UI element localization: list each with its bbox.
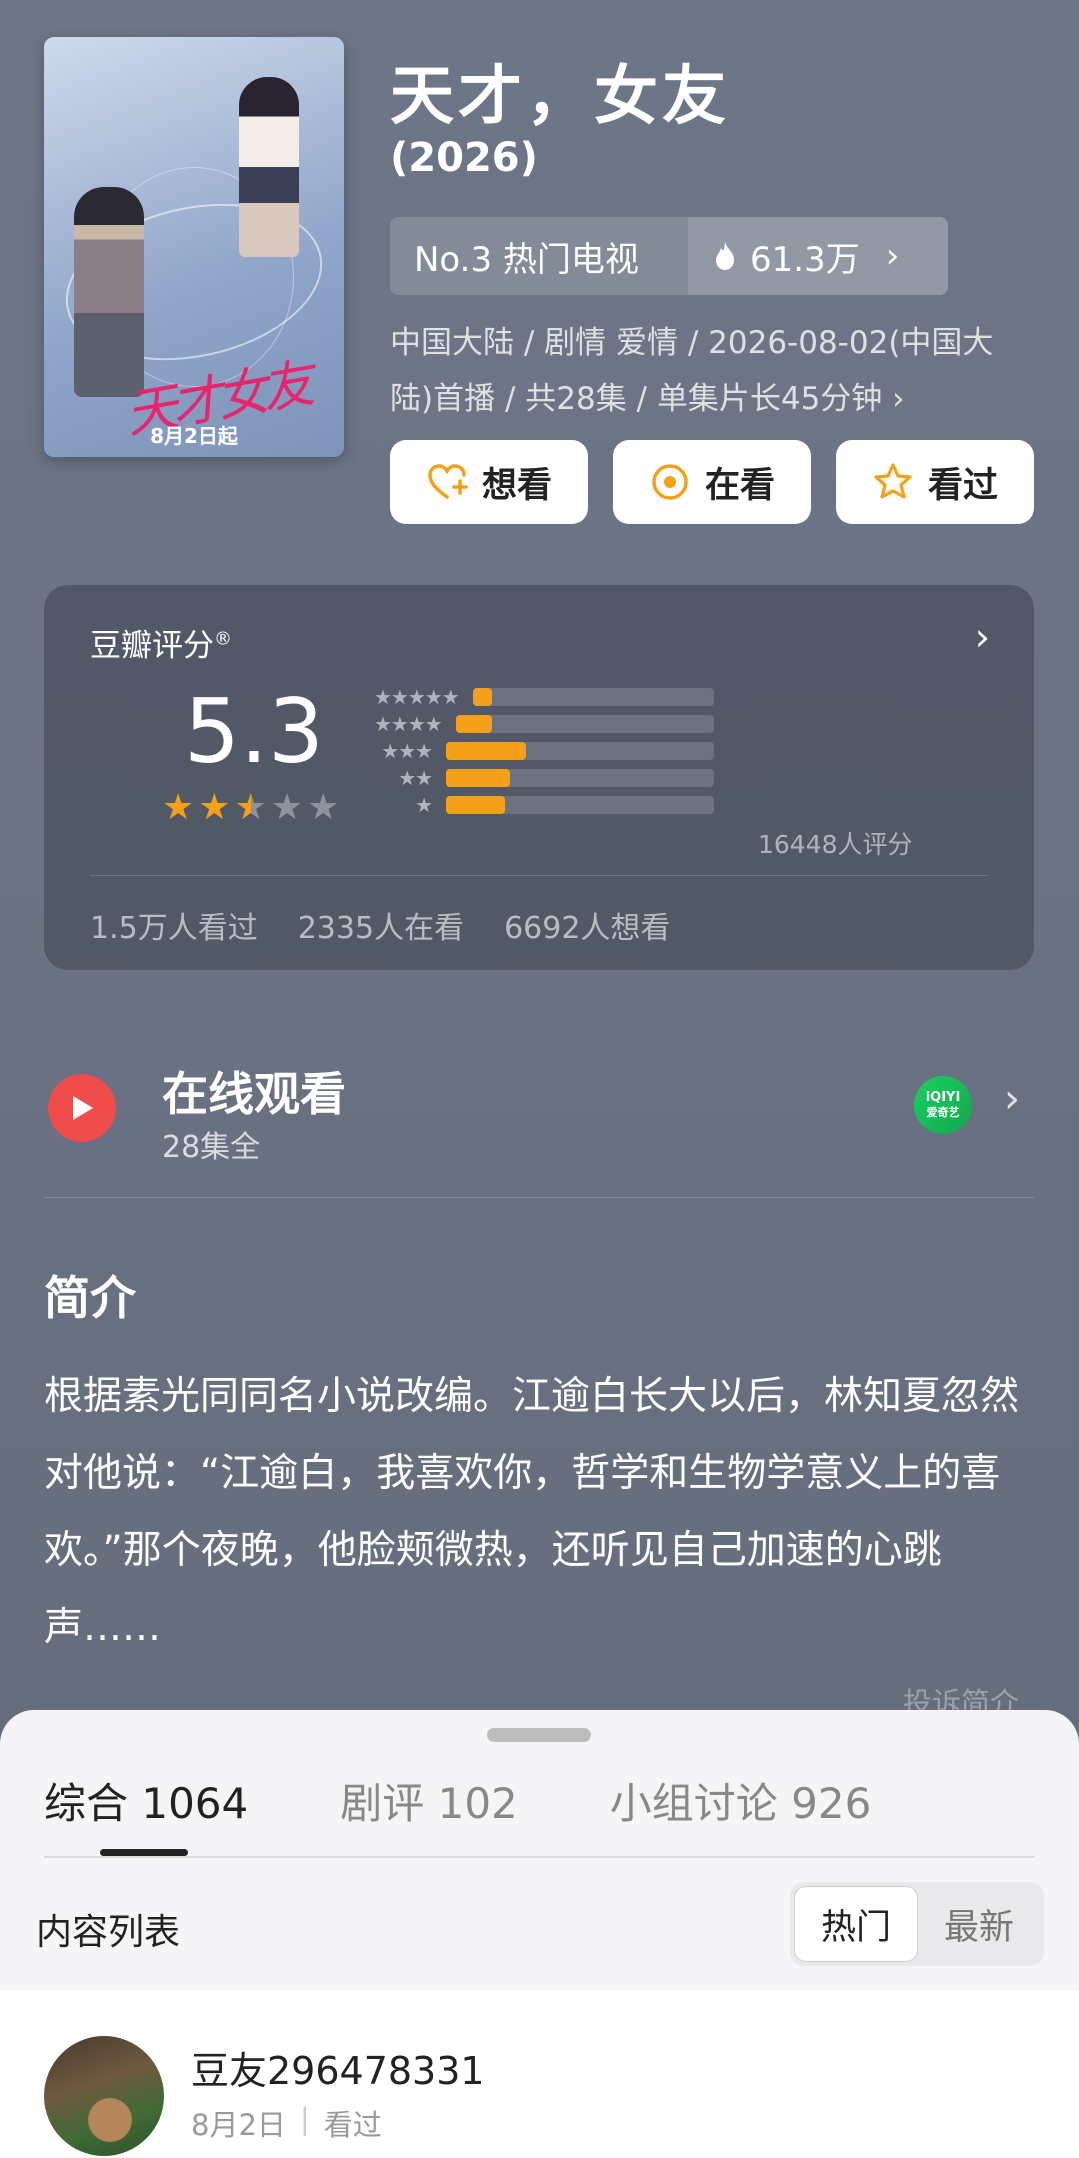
post-date: 8月2日 bbox=[191, 2108, 286, 2142]
sheet-handle[interactable] bbox=[487, 1728, 591, 1742]
username[interactable]: 豆友296478331 bbox=[191, 2040, 485, 2095]
heat-section[interactable]: 61.3万 › bbox=[688, 217, 948, 295]
post-meta: 8月2日 | 看过 bbox=[191, 2102, 382, 2144]
want-to-watch-label: 想看 bbox=[481, 465, 552, 506]
watching-button[interactable]: 在看 bbox=[613, 440, 811, 524]
distribution-stars: ★★★★★ bbox=[374, 684, 460, 709]
content-list-label: 内容列表 bbox=[36, 1912, 181, 1953]
tab-reviews[interactable]: 剧评 102 bbox=[340, 1770, 518, 1831]
rating-score: 5.3 bbox=[184, 680, 324, 783]
watching-label: 在看 bbox=[704, 465, 775, 506]
episode-count: 28集全 bbox=[162, 1130, 261, 1165]
page-title: 天才，女友 bbox=[390, 60, 730, 134]
content-tabs: 综合 1064 剧评 102 小组讨论 926 bbox=[44, 1770, 871, 1831]
distribution-row: ★★★★ bbox=[374, 710, 714, 737]
watched-count[interactable]: 1.5万人看过 bbox=[90, 903, 258, 947]
divider bbox=[44, 1197, 1034, 1198]
rating-distribution: ★★★★★ ★★★★ ★★★ ★★ ★ bbox=[374, 683, 714, 818]
post-status: 看过 bbox=[323, 2108, 382, 2142]
watch-online-row[interactable]: 在线观看 28集全 iQIYI 爱奇艺 › bbox=[44, 1050, 1034, 1200]
sort-latest-button[interactable]: 最新 bbox=[918, 1886, 1040, 1962]
distribution-row: ★★ bbox=[374, 764, 714, 791]
avatar[interactable] bbox=[44, 2036, 164, 2156]
iqiyi-logo: iQIYI 爱奇艺 bbox=[914, 1076, 972, 1134]
action-buttons: 想看 在看 看过 bbox=[390, 440, 1034, 524]
release-year: (2026) bbox=[390, 135, 538, 181]
distribution-stars: ★★★★ bbox=[374, 711, 443, 736]
poster-date: 8月2日起 bbox=[150, 424, 238, 448]
star-icon: ★ bbox=[234, 787, 267, 828]
poster-image[interactable]: 天才女友 8月2日起 bbox=[44, 37, 344, 457]
distribution-track bbox=[446, 741, 714, 760]
target-icon bbox=[652, 464, 688, 500]
flame-icon bbox=[716, 242, 734, 270]
distribution-track bbox=[472, 687, 714, 706]
rating-count: 16448人评分 bbox=[758, 830, 913, 859]
rating-stars: ★ ★ ★ ★ ★ bbox=[162, 790, 339, 826]
star-icon: ★ bbox=[270, 787, 304, 828]
distribution-row: ★★★ bbox=[374, 737, 714, 764]
watch-online-title: 在线观看 bbox=[162, 1067, 346, 1121]
distribution-bar bbox=[446, 768, 511, 787]
rating-label: 豆瓣评分® bbox=[90, 628, 232, 664]
poster-figure-male bbox=[74, 187, 144, 397]
rating-card[interactable]: 豆瓣评分® › 5.3 ★ ★ ★ ★ ★ ★★★★★ ★★★★ ★★★ ★★ ★ 16448人… bbox=[44, 585, 1034, 970]
distribution-stars: ★★ bbox=[398, 765, 433, 790]
distribution-bar bbox=[446, 795, 505, 814]
audience-stats: 1.5万人看过 2335人在看 6692人想看 bbox=[90, 903, 670, 947]
distribution-row: ★ bbox=[374, 791, 714, 818]
bottom-sheet: 综合 1064 剧评 102 小组讨论 926 内容列表 热门 最新 豆友296… bbox=[0, 1710, 1079, 2158]
star-icon: ★ bbox=[162, 787, 195, 828]
poster-figure-female bbox=[239, 77, 299, 257]
distribution-stars: ★★★ bbox=[381, 738, 433, 763]
star-icon: ★ bbox=[307, 787, 340, 828]
divider bbox=[44, 1856, 1035, 1858]
distribution-track bbox=[455, 714, 714, 733]
star-icon: ★ bbox=[198, 787, 231, 828]
meta-line: 中国大陆 / 剧情 爱情 / 2026-08-02(中国大 bbox=[390, 325, 994, 361]
play-icon bbox=[48, 1074, 116, 1142]
distribution-bar bbox=[446, 741, 527, 760]
distribution-stars: ★ bbox=[415, 792, 433, 817]
tab-group-discussion[interactable]: 小组讨论 926 bbox=[610, 1770, 872, 1831]
distribution-track bbox=[446, 768, 714, 787]
show-meta-info[interactable]: 中国大陆 / 剧情 爱情 / 2026-08-02(中国大 陆)首播 / 共28… bbox=[390, 315, 1050, 427]
watched-button[interactable]: 看过 bbox=[836, 440, 1034, 524]
distribution-track bbox=[446, 795, 714, 814]
divider bbox=[90, 875, 988, 876]
distribution-bar bbox=[455, 714, 492, 733]
heart-plus-icon bbox=[428, 464, 468, 499]
active-tab-indicator bbox=[100, 1849, 188, 1856]
meta-line: 陆)首播 / 共28集 / 单集片长45分钟 › bbox=[390, 381, 905, 417]
chevron-right-icon: › bbox=[1004, 1076, 1020, 1122]
intro-text[interactable]: 根据素光同同名小说改编。江逾白长大以后，林知夏忽然对他说：“江逾白，我喜欢你，哲… bbox=[44, 1358, 1040, 1666]
chevron-right-icon[interactable]: › bbox=[975, 615, 990, 659]
distribution-bar bbox=[472, 687, 492, 706]
star-outline-icon bbox=[874, 463, 912, 499]
rank-text: No.3 热门电视 bbox=[414, 239, 639, 280]
intro-heading: 简介 bbox=[44, 1271, 136, 1325]
meta-separator: | bbox=[299, 2102, 310, 2136]
sort-toggle: 热门 最新 bbox=[790, 1882, 1044, 1966]
sort-hot-button[interactable]: 热门 bbox=[794, 1886, 918, 1962]
want-count[interactable]: 6692人想看 bbox=[504, 903, 670, 947]
watching-count[interactable]: 2335人在看 bbox=[298, 903, 464, 947]
tab-overall[interactable]: 综合 1064 bbox=[44, 1770, 248, 1831]
heat-value: 61.3万 bbox=[750, 239, 860, 280]
list-item[interactable]: 豆友296478331 8月2日 | 看过 bbox=[0, 1990, 1079, 2158]
want-to-watch-button[interactable]: 想看 bbox=[390, 440, 588, 524]
chevron-right-icon: › bbox=[885, 236, 900, 276]
distribution-row: ★★★★★ bbox=[374, 683, 714, 710]
watched-label: 看过 bbox=[927, 465, 998, 506]
ranking-badge[interactable]: No.3 热门电视 61.3万 › bbox=[390, 217, 948, 295]
